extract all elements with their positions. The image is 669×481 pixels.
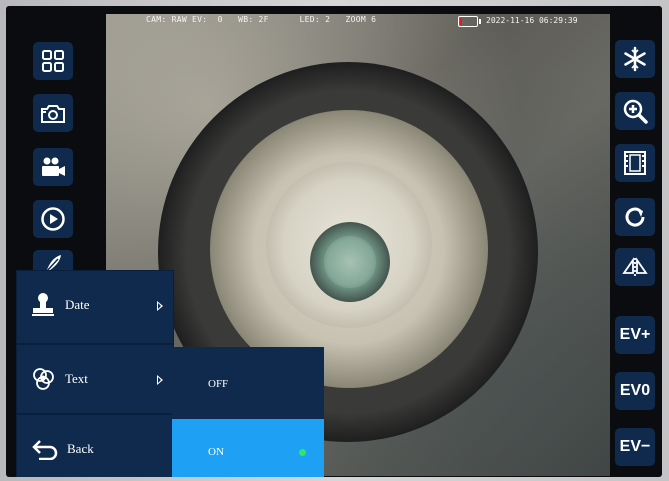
menu-item-text-label: Text [65, 371, 88, 386]
menu-item-date-label: Date [65, 297, 90, 312]
play-icon [41, 207, 65, 231]
chevron-right-icon [157, 375, 163, 385]
camera-status-text: CAM: RAW EV: 0 WB: 2F LED: 2 ZOOM 6 [146, 15, 377, 24]
ev-plus-button[interactable]: EV+ [615, 316, 655, 354]
film-button[interactable] [615, 144, 655, 182]
back-arrow-icon [32, 440, 58, 460]
battery-icon [458, 16, 481, 27]
capture-photo-button[interactable] [33, 94, 73, 132]
text-submenu: OFF ON [172, 347, 324, 477]
zoom-in-icon [623, 99, 648, 124]
freeze-button[interactable] [615, 40, 655, 78]
ev-plus-label: EV+ [619, 326, 651, 343]
menu-item-text[interactable]: Text [16, 344, 174, 414]
ev-minus-button[interactable]: EV− [615, 428, 655, 466]
camera-icon [41, 105, 65, 123]
device-frame: CAM: RAW EV: 0 WB: 2F LED: 2 ZOOM 6 2022… [0, 0, 669, 481]
chevron-right-icon [157, 301, 163, 311]
film-icon [624, 151, 646, 175]
video-camera-icon [42, 157, 65, 176]
screen: CAM: RAW EV: 0 WB: 2F LED: 2 ZOOM 6 2022… [6, 6, 662, 477]
rotate-icon [625, 207, 645, 227]
stamp-icon [32, 293, 54, 316]
rotate-button[interactable] [615, 198, 655, 236]
palette-icon [33, 368, 54, 390]
option-off-label: OFF [208, 378, 229, 390]
ev-minus-label: EV− [619, 438, 651, 455]
battery-level [460, 18, 463, 25]
playback-button[interactable] [33, 200, 73, 238]
option-on-label: ON [208, 446, 224, 458]
grid-button[interactable] [33, 42, 73, 80]
record-video-button[interactable] [33, 148, 73, 186]
grid-icon [42, 50, 64, 72]
ev-zero-button[interactable]: EV0 [615, 372, 655, 410]
ev-zero-label: EV0 [619, 382, 651, 399]
selected-indicator [299, 449, 306, 456]
menu-item-back-label: Back [67, 441, 94, 456]
snowflake-icon [624, 46, 646, 72]
menu-item-date[interactable]: Date [16, 270, 174, 344]
center-core [324, 236, 376, 288]
flip-icon [622, 257, 648, 276]
option-off[interactable]: OFF [172, 359, 324, 409]
mirror-button[interactable] [615, 248, 655, 286]
datetime: 2022-11-16 06:29:39 [486, 16, 578, 25]
menu-item-back[interactable]: Back [16, 414, 174, 477]
option-on[interactable]: ON [172, 419, 324, 477]
zoom-in-button[interactable] [615, 92, 655, 130]
